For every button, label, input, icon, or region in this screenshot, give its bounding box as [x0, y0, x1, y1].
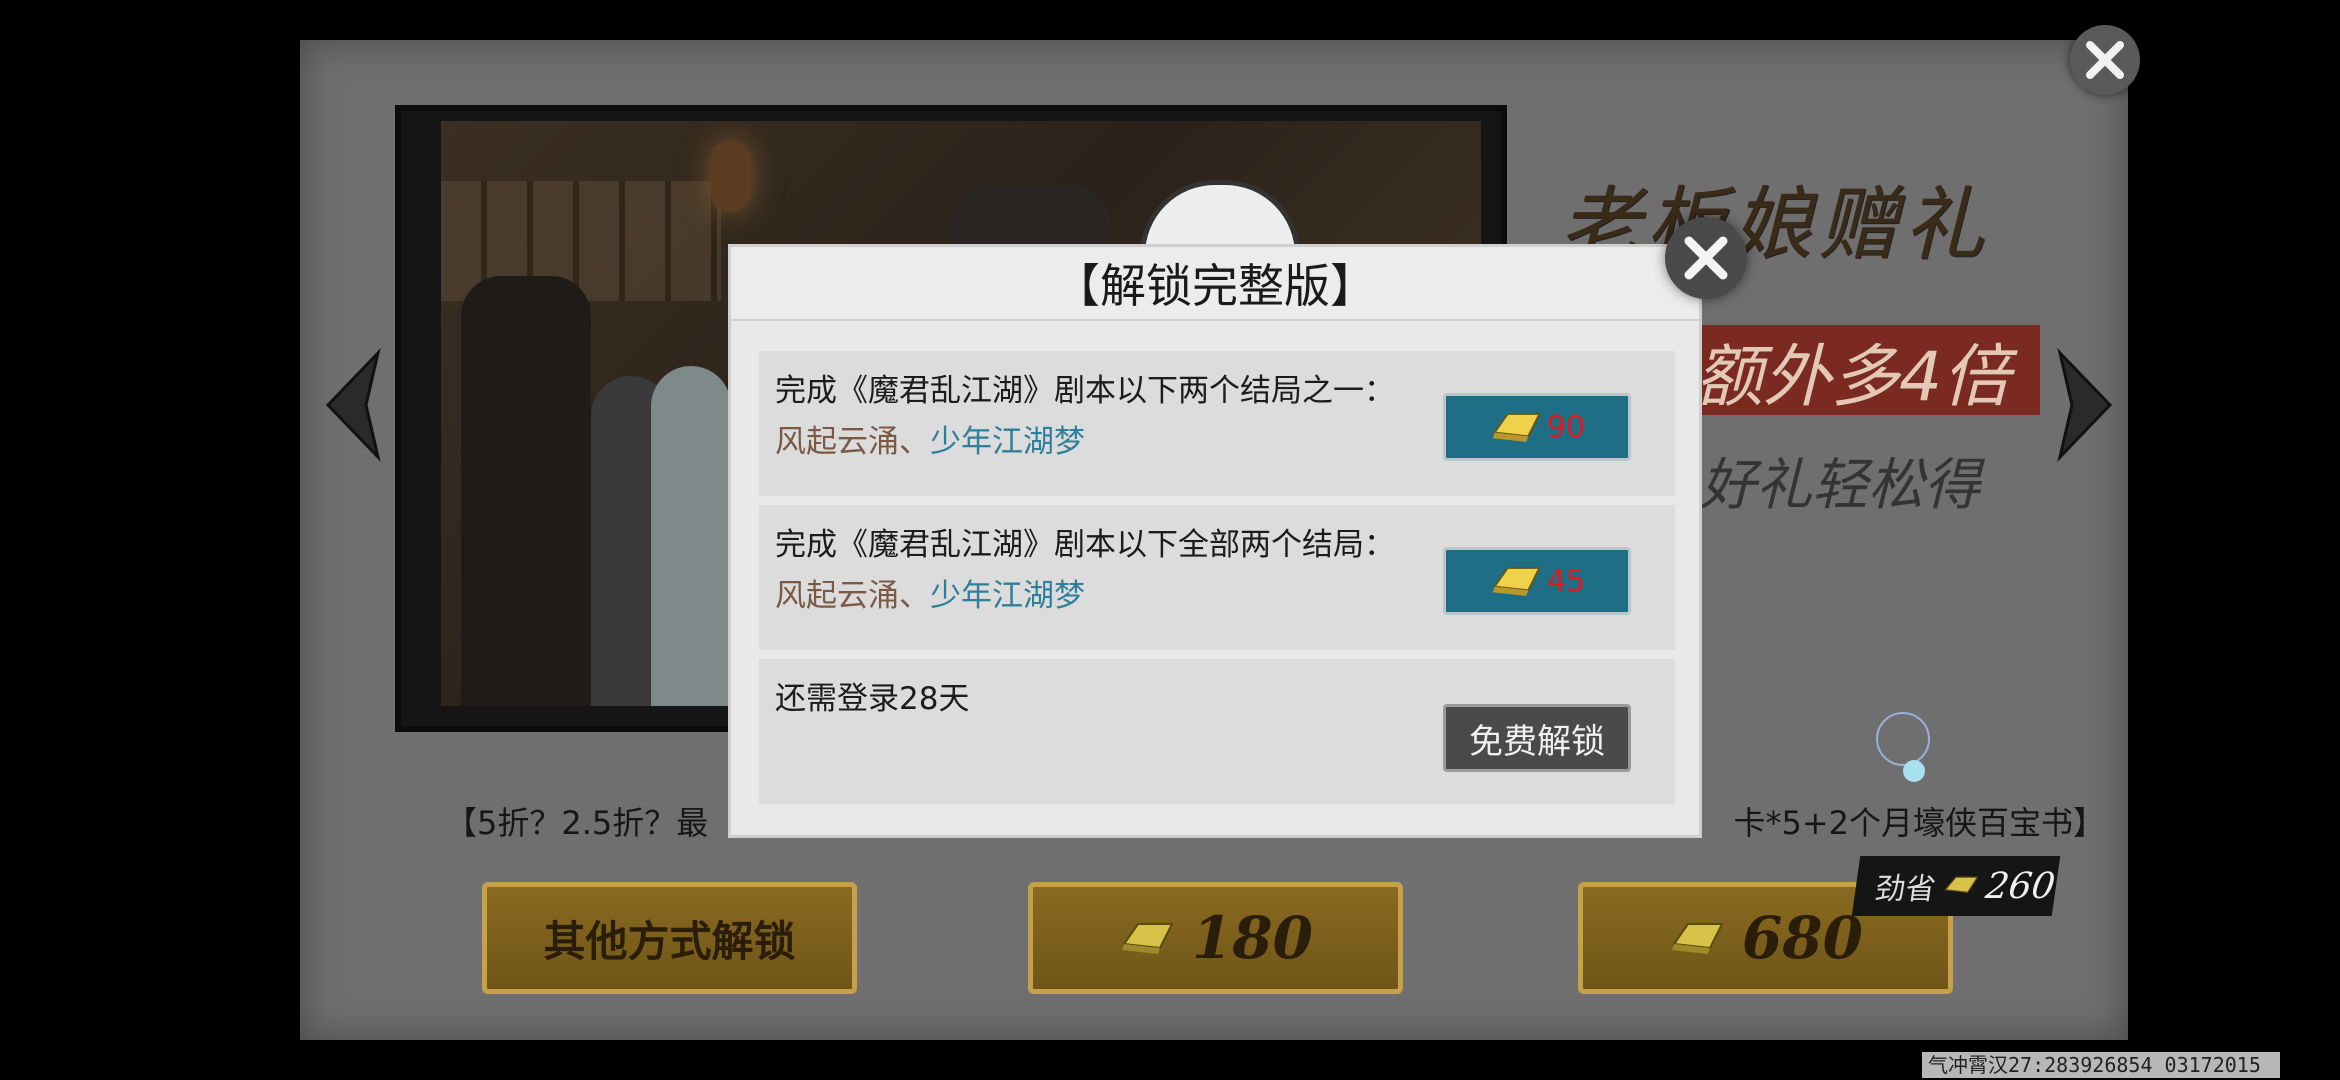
gold-ingot-icon — [1492, 413, 1541, 442]
touch-indicator-ring — [1876, 712, 1930, 766]
gold-ingot-icon — [1121, 923, 1174, 954]
event-tagline: 额外多4倍 — [1660, 325, 2040, 417]
chevron-right-icon — [2057, 348, 2113, 462]
close-icon — [1684, 236, 1728, 280]
unlock-full-version-dialog: 【解锁完整版】 完成《魔君乱江湖》剧本以下两个结局之一： 风起云涌、少年江湖梦 … — [728, 217, 1747, 838]
other-unlock-button[interactable]: 其他方式解锁 — [482, 882, 857, 994]
event-tagline-secondary: 好礼轻松得 — [1700, 453, 1980, 518]
buy-180-price: 180 — [1191, 904, 1314, 972]
panel-close-button[interactable] — [2070, 25, 2140, 95]
buy-180-button[interactable]: 180 — [1028, 882, 1403, 994]
ending-separator: 、 — [899, 578, 930, 614]
free-unlock-button[interactable]: 免费解锁 — [1443, 704, 1631, 772]
dialog-title: 【解锁完整版】 — [1054, 259, 1376, 313]
ending-a: 风起云涌 — [775, 424, 899, 460]
dialog-close-button[interactable] — [1665, 217, 1747, 299]
gold-ingot-icon — [1492, 567, 1541, 596]
savings-label: 劲省 — [1873, 872, 1938, 907]
unlock-option-row: 还需登录28天 免费解锁 — [759, 659, 1675, 804]
promo-text-left: 【5折？2.5折？最 — [445, 804, 709, 842]
ending-separator: 、 — [899, 424, 930, 460]
unlock-cost-90-button[interactable]: 90 — [1443, 393, 1631, 461]
ending-a: 风起云涌 — [775, 578, 899, 614]
artwork-figure — [651, 366, 731, 706]
chevron-left-icon — [325, 348, 381, 462]
savings-badge: 劲省 260 — [1851, 856, 2061, 916]
artwork-figure — [461, 276, 591, 706]
dialog-header: 【解锁完整版】 — [731, 247, 1699, 321]
other-unlock-label: 其他方式解锁 — [543, 916, 796, 966]
unlock-option-row: 完成《魔君乱江湖》剧本以下两个结局之一： 风起云涌、少年江湖梦 90 — [759, 351, 1675, 496]
next-arrow-button[interactable] — [2050, 345, 2120, 465]
unlock-cost-value: 45 — [1546, 563, 1586, 599]
artwork-lantern — [711, 141, 751, 211]
unlock-cost-45-button[interactable]: 45 — [1443, 547, 1631, 615]
gold-ingot-icon — [1944, 876, 1979, 894]
unlock-cost-value: 90 — [1546, 409, 1586, 445]
prev-arrow-button[interactable] — [318, 345, 388, 465]
touch-indicator-dot — [1903, 760, 1925, 782]
ending-b: 少年江湖梦 — [930, 578, 1085, 614]
ending-b: 少年江湖梦 — [930, 424, 1085, 460]
unlock-option-row: 完成《魔君乱江湖》剧本以下全部两个结局： 风起云涌、少年江湖梦 45 — [759, 505, 1675, 650]
buy-680-price: 680 — [1741, 904, 1864, 972]
close-icon — [2086, 41, 2124, 79]
promo-text-right: 卡*5+2个月壕侠百宝书】 — [1733, 804, 2105, 842]
savings-value: 260 — [1983, 865, 2058, 907]
player-id-footer: 气冲霄汉27:283926854 03172015 — [1922, 1052, 2280, 1078]
gold-ingot-icon — [1671, 923, 1724, 954]
